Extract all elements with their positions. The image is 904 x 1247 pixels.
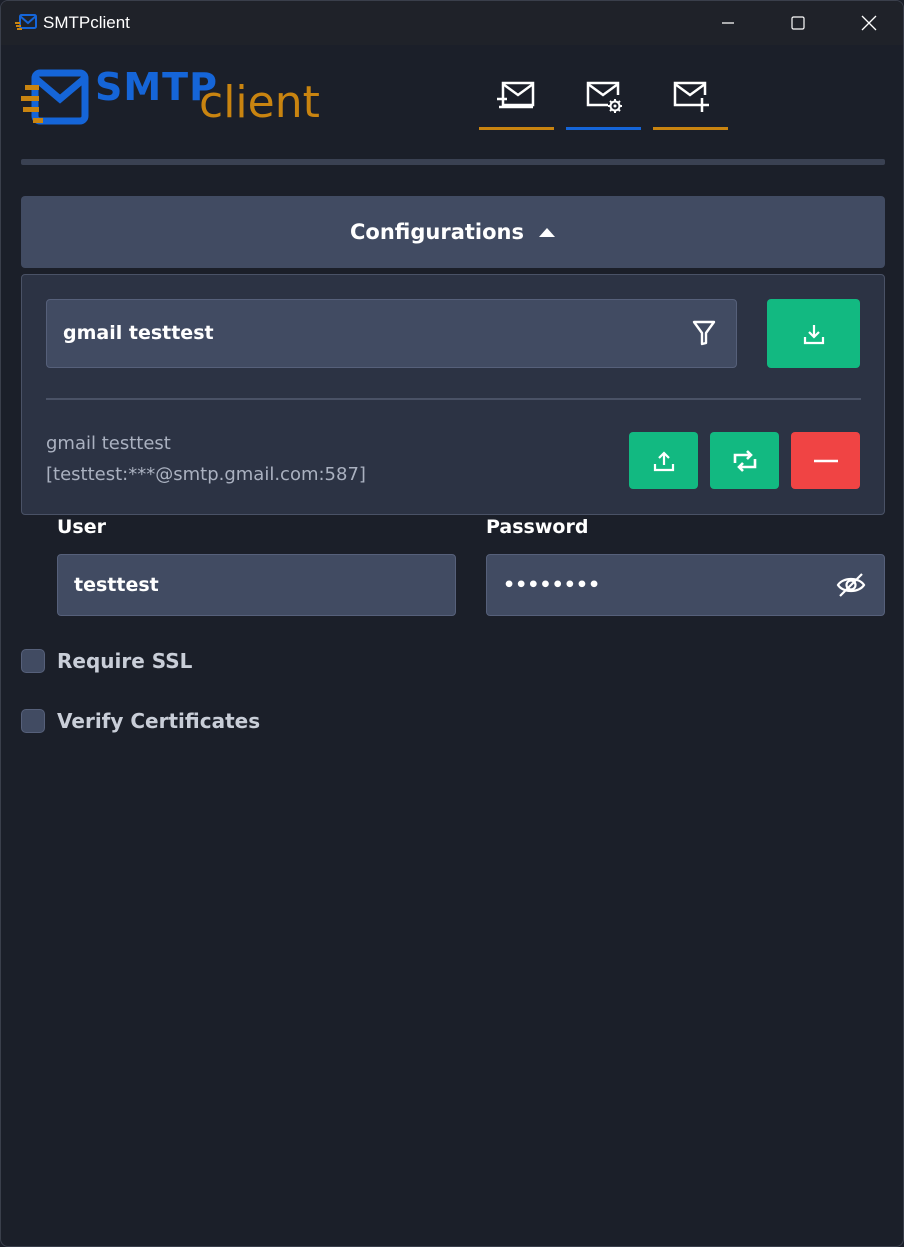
current-configuration-detail: [testtest:***@smtp.gmail.com:587] [46,464,366,485]
verify-certificates-option[interactable]: Verify Certificates [21,707,260,735]
panel-divider [46,398,861,400]
user-input-value: testtest [74,574,159,596]
user-input[interactable]: testtest [57,554,456,616]
load-configuration-button[interactable] [767,299,860,368]
current-configuration-name: gmail testtest [46,433,171,454]
logo-mail-icon [21,69,89,125]
configurations-title: Configurations [350,220,524,244]
eye-off-icon[interactable] [836,572,866,602]
minimize-icon [722,22,734,24]
verify-certificates-checkbox[interactable] [21,709,45,733]
minimize-button[interactable] [698,1,758,45]
mail-send-icon [496,81,534,109]
upload-icon [653,450,674,471]
maximize-button[interactable] [768,1,828,45]
logo-text-client: client [199,77,320,128]
configurations-toggle[interactable]: Configurations [21,196,885,268]
tab-new-mail[interactable] [653,71,728,130]
password-input-value: •••••••• [503,574,601,596]
mail-app-icon [15,14,37,32]
window-title: SMTPclient [43,13,130,32]
maximize-icon [791,16,805,30]
verify-certificates-label: Verify Certificates [57,709,261,733]
filter-icon[interactable] [692,320,716,350]
mail-add-icon [673,81,709,112]
chevron-up-icon [538,228,555,237]
minus-icon [813,459,838,462]
configurations-panel: gmail testtest gmail testtest [testtest:… [21,274,885,515]
user-label: User [57,516,106,538]
header-divider [21,159,885,165]
delete-configuration-button[interactable] [791,432,860,489]
download-icon [803,324,824,344]
require-ssl-checkbox[interactable] [21,649,45,673]
close-button[interactable] [839,1,899,45]
replace-configuration-button[interactable] [710,432,779,489]
require-ssl-option[interactable]: Require SSL [21,647,192,675]
title-bar[interactable]: SMTPclient [1,1,903,45]
password-label: Password [486,516,589,538]
configuration-select-value: gmail testtest [63,322,214,344]
tab-mail-settings[interactable] [566,71,641,130]
replace-icon [733,449,756,472]
require-ssl-label: Require SSL [57,649,193,673]
app-logo: SMTP client [19,65,329,131]
password-input[interactable]: •••••••• [486,554,885,616]
mail-settings-icon [586,81,622,113]
app-window: SMTPclient SMTP client Configurations gm… [0,0,904,1247]
close-icon [861,15,877,31]
configuration-select[interactable]: gmail testtest [46,299,737,368]
tab-send-mail[interactable] [479,71,554,130]
save-configuration-button[interactable] [629,432,698,489]
